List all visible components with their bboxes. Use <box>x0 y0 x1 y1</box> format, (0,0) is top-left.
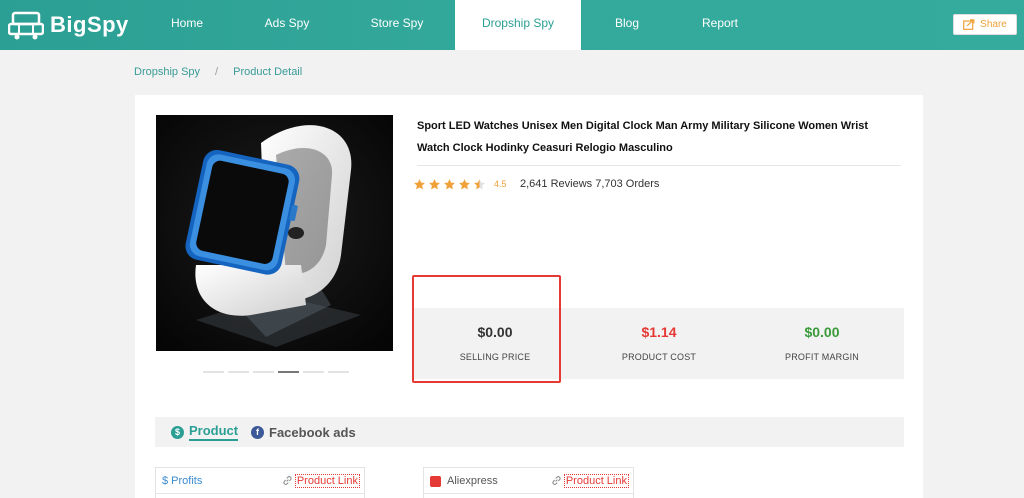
star-icon <box>444 178 455 189</box>
carousel-dot[interactable] <box>203 371 224 373</box>
aliexpress-panel: Aliexpress Product Link <box>423 467 634 498</box>
product-rating: 4.5 <box>413 177 507 191</box>
profit-margin-value: $0.00 <box>804 324 840 340</box>
nav-home[interactable]: Home <box>152 0 222 50</box>
carousel-dot[interactable] <box>303 371 324 373</box>
rating-value: 4.5 <box>494 179 507 189</box>
share-icon <box>963 19 975 30</box>
nav-store-spy[interactable]: Store Spy <box>360 0 434 50</box>
product-cost-label: PRODUCT COST <box>621 352 697 362</box>
profit-margin: $0.00 PROFIT MARGIN <box>740 308 904 379</box>
carousel-dot[interactable] <box>253 371 274 373</box>
selling-price-highlight <box>412 275 561 383</box>
half-star-icon <box>474 178 485 189</box>
tab-product[interactable]: $ Product <box>171 417 239 447</box>
link-icon <box>283 476 292 485</box>
brand-name: BigSpy <box>50 12 129 37</box>
image-carousel-dots <box>203 371 349 373</box>
logo-icon <box>8 11 44 40</box>
carousel-dot[interactable] <box>228 371 249 373</box>
nav-blog[interactable]: Blog <box>600 0 654 50</box>
tab-product-label: Product <box>189 423 239 441</box>
breadcrumb: Dropship Spy / Product Detail <box>134 66 302 78</box>
share-label: Share <box>980 19 1007 30</box>
star-icon <box>429 178 440 189</box>
star-icon <box>459 178 470 189</box>
panel-divider <box>156 493 364 494</box>
nav-ads-spy[interactable]: Ads Spy <box>250 0 324 50</box>
breadcrumb-separator: / <box>215 66 219 78</box>
detail-tabs: $ Product f Facebook ads <box>155 417 904 447</box>
carousel-dot[interactable] <box>328 371 349 373</box>
title-divider <box>417 165 901 166</box>
aliexpress-title: Aliexpress <box>447 475 498 487</box>
facebook-icon: f <box>251 425 264 439</box>
panel-divider <box>424 493 633 494</box>
tab-facebook-ads-label: Facebook ads <box>269 424 356 440</box>
star-icon <box>414 178 425 189</box>
dollar-icon: $ <box>171 425 184 439</box>
watch-photo <box>156 115 393 351</box>
bigspy-logo[interactable]: BigSpy <box>8 10 129 40</box>
product-title: Sport LED Watches Unisex Men Digital Clo… <box>417 120 869 154</box>
share-button[interactable]: Share <box>953 14 1017 35</box>
tab-facebook-ads[interactable]: f Facebook ads <box>251 417 356 447</box>
profits-title: $ Profits <box>162 475 203 487</box>
aliexpress-product-link[interactable]: Product Link <box>563 474 629 488</box>
link-icon <box>552 476 561 485</box>
reviews-orders: 2,641 Reviews 7,703 Orders <box>520 178 660 190</box>
product-cost: $1.14 PRODUCT COST <box>577 308 741 379</box>
breadcrumb-product-detail[interactable]: Product Detail <box>233 66 302 78</box>
aliexpress-icon <box>430 475 441 487</box>
breadcrumb-dropship-spy[interactable]: Dropship Spy <box>134 66 200 78</box>
top-navigation-bar: BigSpy Home Ads Spy Store Spy Dropship S… <box>0 0 1024 50</box>
profits-panel: $ Profits Product Link <box>155 467 365 498</box>
product-cost-value: $1.14 <box>641 324 677 340</box>
profits-product-link[interactable]: Product Link <box>294 474 360 488</box>
nav-dropship-spy[interactable]: Dropship Spy <box>455 0 581 50</box>
product-image[interactable] <box>156 115 393 351</box>
nav-report[interactable]: Report <box>692 0 748 50</box>
carousel-dot-active[interactable] <box>278 371 299 373</box>
profit-margin-label: PROFIT MARGIN <box>785 352 859 362</box>
